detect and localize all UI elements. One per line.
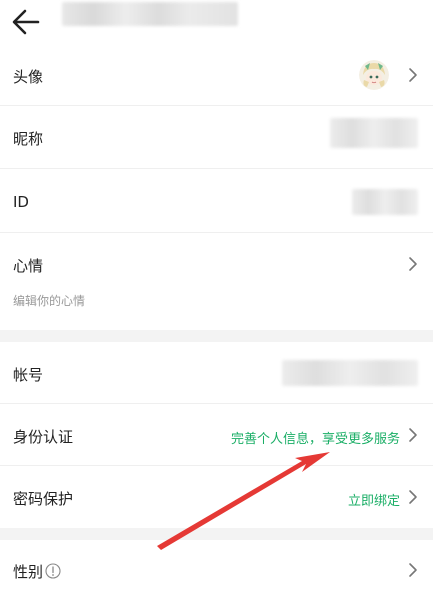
chevron-right-icon xyxy=(409,428,417,442)
bind-now-link[interactable]: 立即绑定 xyxy=(348,490,400,509)
section-divider xyxy=(0,330,433,342)
arrow-left-icon xyxy=(12,9,40,35)
chevron-right-icon xyxy=(409,257,417,271)
nickname-value-redacted xyxy=(330,118,418,148)
identity-verification-hint: 完善个人信息，享受更多服务 xyxy=(230,432,400,447)
gender-row[interactable]: 性别 xyxy=(0,540,433,600)
mood-label: 心情 xyxy=(13,257,44,275)
identity-verification-row[interactable]: 身份认证 完善个人信息，享受更多服务 xyxy=(0,404,433,466)
avatar-label: 头像 xyxy=(13,68,44,86)
account-value-redacted xyxy=(282,360,418,386)
gender-label: 性别 xyxy=(13,563,44,581)
account-row: 帐号 xyxy=(0,342,433,404)
chevron-right-icon xyxy=(409,563,417,577)
id-label: ID xyxy=(13,193,29,211)
account-label: 帐号 xyxy=(13,366,44,384)
password-protection-label: 密码保护 xyxy=(13,490,74,508)
chevron-right-icon xyxy=(409,490,417,504)
chevron-right-icon xyxy=(409,68,417,82)
page-title-redacted xyxy=(62,2,238,26)
info-icon[interactable] xyxy=(45,563,61,579)
mood-row[interactable]: 心情 编辑你的心情 xyxy=(0,233,433,330)
id-row: ID xyxy=(0,169,433,233)
back-button[interactable] xyxy=(8,4,44,40)
nickname-row[interactable]: 昵称 xyxy=(0,106,433,169)
id-value-redacted xyxy=(352,189,418,215)
password-protection-row[interactable]: 密码保护 立即绑定 xyxy=(0,466,433,528)
avatar-row[interactable]: 头像 xyxy=(0,44,433,106)
mood-placeholder: 编辑你的心情 xyxy=(13,294,86,308)
nickname-label: 昵称 xyxy=(13,130,44,148)
section-divider xyxy=(0,528,433,540)
avatar-image xyxy=(359,60,389,90)
top-bar xyxy=(0,0,433,44)
identity-verification-label: 身份认证 xyxy=(13,428,74,446)
